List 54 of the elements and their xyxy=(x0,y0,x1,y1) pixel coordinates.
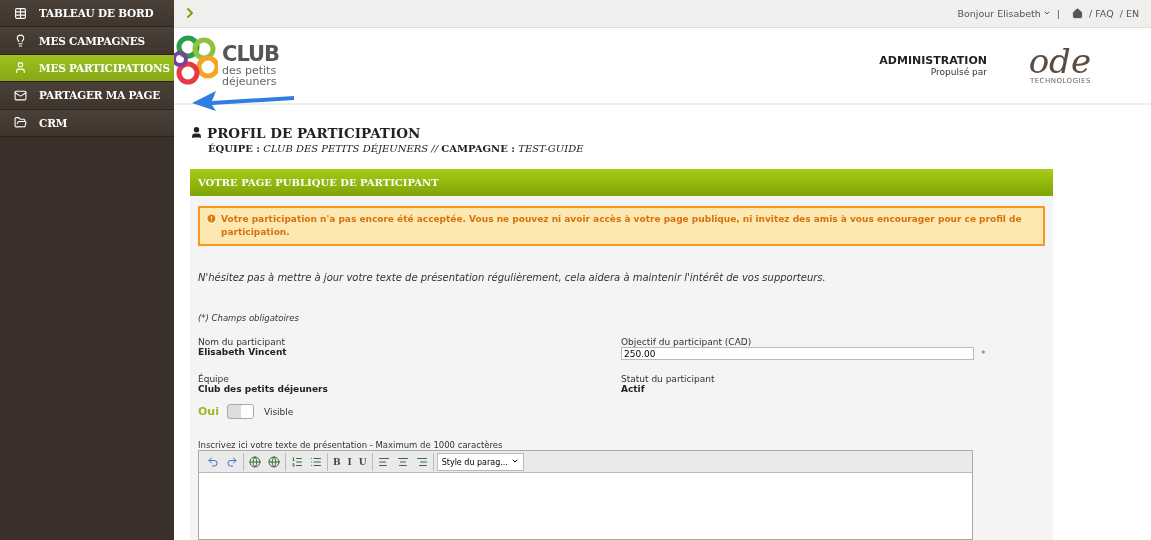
page-title: PROFIL DE PARTICIPATION xyxy=(207,124,421,141)
align-right-icon xyxy=(415,455,428,468)
powered-by-text: Propulsé par xyxy=(930,66,987,77)
paragraph-style-dropdown[interactable]: Style du parag... xyxy=(436,452,524,471)
user-icon xyxy=(190,126,203,140)
table-icon xyxy=(14,6,27,20)
format-button[interactable]: I xyxy=(345,452,354,471)
visibility-switch[interactable] xyxy=(226,404,254,419)
globe-unlink-icon xyxy=(268,455,280,468)
field-value: Actif xyxy=(621,384,646,394)
align-center-icon xyxy=(396,455,409,468)
globe-link-icon xyxy=(249,455,261,468)
page-subtitle: ÉQUIPE : CLUB DES PETITS DÉJEUNERS // CAMPAGNE : TEST-GUIDE xyxy=(208,142,585,154)
admin-title: ADMINISTRATION xyxy=(879,53,987,67)
user-icon xyxy=(14,61,27,75)
logo-title: CLUB xyxy=(222,43,280,65)
top-link[interactable]: / FAQ xyxy=(1089,7,1114,19)
undo-icon xyxy=(207,455,219,468)
sidebar-item[interactable]: MES CAMPAGNES xyxy=(0,27,174,55)
brand-logo: ode xyxy=(1028,46,1091,77)
field-label: Équipe xyxy=(198,374,230,384)
format-button[interactable]: B xyxy=(331,452,343,471)
greeting-menu[interactable]: Bonjour Elisabeth xyxy=(957,7,1051,19)
sidebar-item[interactable]: TABLEAU DE BORD xyxy=(0,0,174,28)
top-link[interactable]: / EN xyxy=(1119,7,1139,19)
panel-header: VOTRE PAGE PUBLIQUE DE PARTICIPANT xyxy=(190,168,1053,196)
align-left-icon xyxy=(377,455,390,468)
logo-subtitle: déjeuners xyxy=(222,75,278,87)
field-label: Objectif du participant (CAD) xyxy=(621,337,753,347)
sidebar-item[interactable]: CRM xyxy=(0,109,174,137)
field-value: Club des petits déjeuners xyxy=(198,384,329,394)
redo-icon xyxy=(226,455,238,468)
numbered-list-icon xyxy=(291,455,303,468)
envelope-icon xyxy=(14,88,27,102)
field-value: Elisabeth Vincent xyxy=(198,347,288,357)
separator-text: | xyxy=(1056,7,1061,19)
editor-label: Inscrivez ici votre texte de présentation - Maximum de 1000 caractères xyxy=(198,440,504,450)
alert-icon xyxy=(206,212,217,224)
folder-icon xyxy=(14,116,27,130)
logo-subtitle: des petits xyxy=(222,64,278,76)
visibility-label: Visible xyxy=(263,406,294,417)
warning-text: Votre participation n'a pas encore été acceptée. Vous ne pouvez ni avoir accès à votre page publique, ni invitez des amis à vous encourager pour ce profil de participation. xyxy=(221,212,1023,239)
home-icon[interactable] xyxy=(1072,7,1084,19)
required-mark: * xyxy=(981,348,986,359)
intro-text: N'hésitez pas à mettre à jour votre texte de présentation régulièrement, cela aidera à maintenir l'intérêt de vos supporteurs. xyxy=(198,272,827,283)
bullet-list-icon xyxy=(310,455,322,468)
lightbulb-icon xyxy=(14,34,27,48)
required-note: (*) Champs obligatoires xyxy=(198,313,300,323)
field-label: Nom du participant xyxy=(198,337,286,347)
format-button[interactable]: U xyxy=(356,452,369,471)
toggle-state-label: Oui xyxy=(198,405,219,418)
field-label: Statut du participant xyxy=(621,374,716,384)
sidebar-item[interactable]: PARTAGER MA PAGE xyxy=(0,82,174,110)
goal-input[interactable]: 250.00 xyxy=(621,347,974,360)
